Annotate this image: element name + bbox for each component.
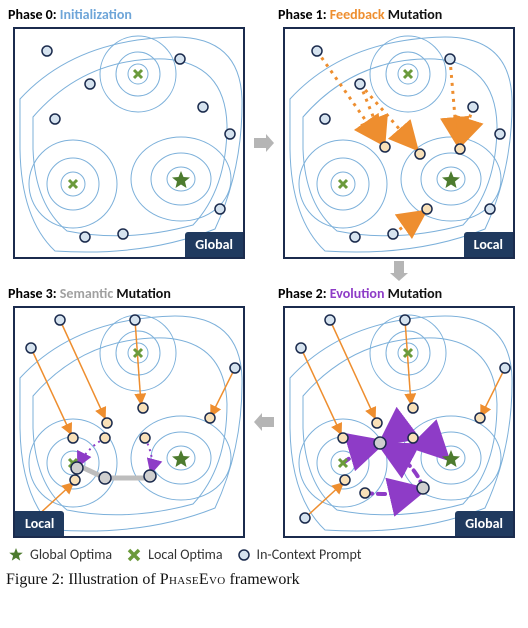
scope-badge: Global (185, 232, 243, 257)
phase0-title: Phase 0: Initialization (6, 4, 252, 27)
panel-phase2: Global (283, 306, 515, 538)
phase2-title: Phase 2: Evolution Mutation (276, 283, 522, 306)
phase1-title: Phase 1: Feedback Mutation (276, 4, 522, 27)
arrow-left-icon (252, 410, 276, 434)
x-icon (126, 547, 142, 563)
panel-phase1: Local (283, 27, 515, 259)
legend: Global Optima Local Optima In-Context Pr… (6, 538, 522, 569)
local-optima-icon (69, 70, 142, 188)
contour-plot (15, 308, 245, 538)
scope-badge: Local (15, 511, 64, 536)
circle-icon (237, 548, 251, 562)
arrow-right-icon (252, 131, 276, 155)
figure-caption: Figure 2: Illustration of PhaseEvo frame… (6, 569, 522, 589)
star-icon (8, 547, 24, 563)
panel-phase3: Local (13, 306, 245, 538)
legend-label: Global Optima (30, 546, 112, 563)
phase3-title: Phase 3: Semantic Mutation (6, 283, 252, 306)
global-optima-icon (172, 171, 190, 188)
scope-badge: Local (464, 232, 513, 257)
arrow-down-icon (387, 259, 411, 283)
legend-label: Local Optima (148, 546, 222, 563)
legend-label: In-Context Prompt (257, 546, 362, 563)
scope-badge: Global (455, 511, 513, 536)
contour-plot (285, 29, 515, 259)
contour-plot (285, 308, 515, 538)
contour-plot (15, 29, 245, 259)
panel-phase0: Global (13, 27, 245, 259)
